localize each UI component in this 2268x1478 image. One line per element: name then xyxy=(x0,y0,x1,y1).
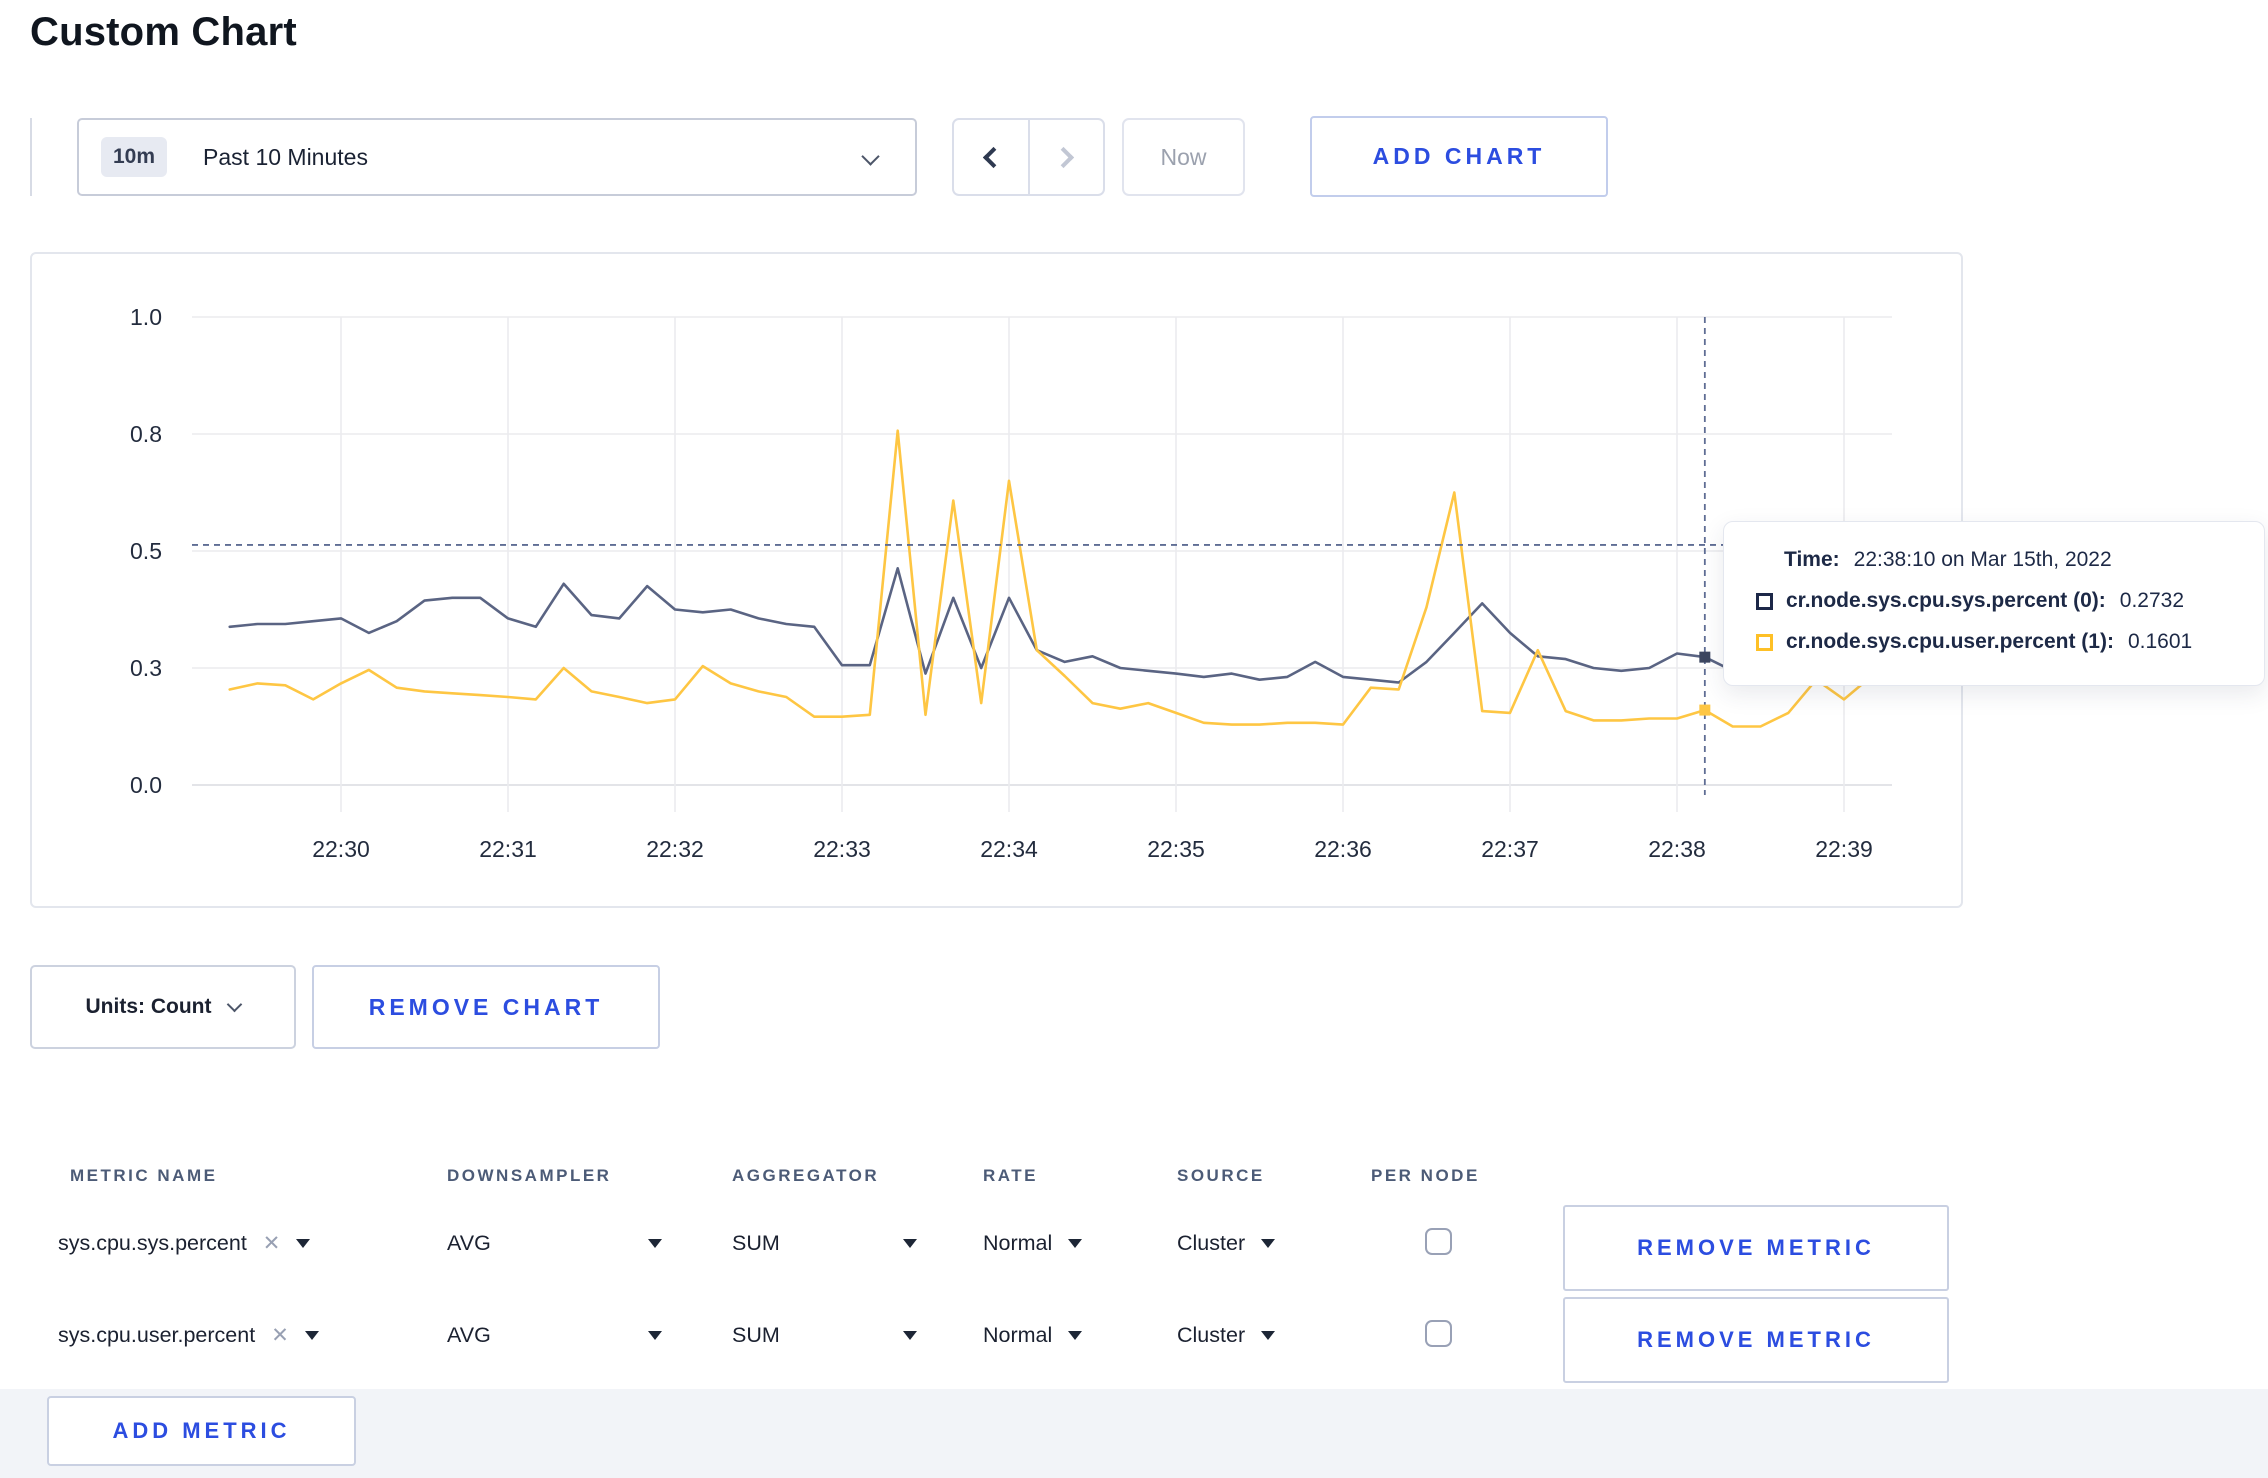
caret-down-icon xyxy=(648,1239,662,1248)
cpu-chart[interactable]: 0.0 0.3 0.5 0.8 1.0 22:30 22:31 22:32 22:33 22:34… xyxy=(32,254,1961,906)
chevron-down-icon xyxy=(227,996,243,1012)
tooltip-series-row: cr.node.sys.cpu.user.percent (1): 0.1601 xyxy=(1756,630,2234,654)
chevron-down-icon xyxy=(861,147,880,166)
svg-text:22:34: 22:34 xyxy=(980,836,1038,862)
time-forward-button[interactable] xyxy=(1027,120,1104,194)
caret-down-icon xyxy=(1261,1331,1276,1340)
col-header-aggregator: AGGREGATOR xyxy=(732,1166,880,1185)
tooltip-series-name: cr.node.sys.cpu.user.percent (1): xyxy=(1786,630,2114,653)
caret-down-icon xyxy=(1261,1239,1276,1248)
caret-down-icon xyxy=(903,1331,917,1340)
now-button[interactable]: Now xyxy=(1122,118,1245,196)
aggregator-value: SUM xyxy=(732,1323,780,1347)
svg-text:22:33: 22:33 xyxy=(813,836,871,862)
metric-name-value: sys.cpu.user.percent xyxy=(58,1323,256,1347)
downsampler-value: AVG xyxy=(447,1231,491,1255)
rate-select[interactable]: Normal xyxy=(983,1231,1083,1256)
rate-value: Normal xyxy=(983,1323,1053,1347)
time-range-label: Past 10 Minutes xyxy=(203,143,368,170)
add-chart-button[interactable]: ADD CHART xyxy=(1310,116,1608,197)
svg-text:22:30: 22:30 xyxy=(312,836,370,862)
user-series-swatch-icon xyxy=(1756,633,1773,651)
time-range-dropdown[interactable]: 10m Past 10 Minutes xyxy=(77,118,917,196)
source-select[interactable]: Cluster xyxy=(1177,1323,1276,1348)
sys-series-swatch-icon xyxy=(1756,592,1773,610)
caret-down-icon xyxy=(648,1331,662,1340)
svg-text:0.5: 0.5 xyxy=(130,538,162,564)
rate-value: Normal xyxy=(983,1231,1053,1255)
svg-text:22:37: 22:37 xyxy=(1481,836,1539,862)
tooltip-series-name: cr.node.sys.cpu.sys.percent (0): xyxy=(1786,589,2106,612)
remove-chart-button[interactable]: REMOVE CHART xyxy=(312,965,660,1049)
svg-text:0.0: 0.0 xyxy=(130,772,162,798)
tooltip-series-row: cr.node.sys.cpu.sys.percent (0): 0.2732 xyxy=(1756,589,2234,613)
metric-name-select[interactable]: sys.cpu.sys.percent ✕ xyxy=(58,1231,311,1256)
time-nav-group xyxy=(952,118,1105,196)
per-node-checkbox[interactable] xyxy=(1425,1228,1452,1255)
clear-metric-icon[interactable]: ✕ xyxy=(271,1323,289,1348)
chevron-right-icon xyxy=(1052,146,1074,168)
source-select[interactable]: Cluster xyxy=(1177,1231,1276,1256)
downsampler-select[interactable]: AVG xyxy=(447,1231,662,1256)
remove-metric-button[interactable]: REMOVE METRIC xyxy=(1563,1205,1949,1291)
caret-down-icon xyxy=(296,1239,311,1248)
chart-tooltip: Time: 22:38:10 on Mar 15th, 2022 cr.node.… xyxy=(1723,521,2265,686)
toolbar-divider xyxy=(30,118,32,196)
aggregator-select[interactable]: SUM xyxy=(732,1231,917,1256)
col-header-source: SOURCE xyxy=(1177,1166,1265,1185)
svg-text:0.3: 0.3 xyxy=(130,655,162,681)
col-header-downsampler: DOWNSAMPLER xyxy=(447,1166,612,1185)
add-metric-button[interactable]: ADD METRIC xyxy=(47,1396,356,1466)
aggregator-value: SUM xyxy=(732,1231,780,1255)
tooltip-time-row: Time: 22:38:10 on Mar 15th, 2022 xyxy=(1784,548,2234,572)
col-header-metric-name: METRIC NAME xyxy=(70,1166,218,1185)
tooltip-time-label: Time: xyxy=(1784,548,1840,571)
units-dropdown[interactable]: Units: Count xyxy=(30,965,296,1049)
metric-name-select[interactable]: sys.cpu.user.percent ✕ xyxy=(58,1323,319,1348)
source-value: Cluster xyxy=(1177,1323,1246,1347)
svg-text:22:32: 22:32 xyxy=(646,836,704,862)
time-back-button[interactable] xyxy=(954,120,1028,194)
aggregator-select[interactable]: SUM xyxy=(732,1323,917,1348)
remove-metric-button[interactable]: REMOVE METRIC xyxy=(1563,1297,1949,1383)
time-range-badge: 10m xyxy=(101,137,168,177)
chart-card: 0.0 0.3 0.5 0.8 1.0 22:30 22:31 22:32 22:33 22:34… xyxy=(30,252,1963,908)
caret-down-icon xyxy=(903,1239,917,1248)
tooltip-series-value: 0.2732 xyxy=(2119,589,2185,612)
caret-down-icon xyxy=(1068,1331,1083,1340)
chevron-left-icon xyxy=(983,146,1005,168)
svg-text:22:35: 22:35 xyxy=(1147,836,1205,862)
caret-down-icon xyxy=(1068,1239,1083,1248)
units-label: Units: Count xyxy=(85,995,212,1018)
page-title: Custom Chart xyxy=(30,10,297,54)
svg-text:22:31: 22:31 xyxy=(479,836,537,862)
downsampler-value: AVG xyxy=(447,1323,491,1347)
rate-select[interactable]: Normal xyxy=(983,1323,1083,1348)
source-value: Cluster xyxy=(1177,1231,1246,1255)
per-node-checkbox[interactable] xyxy=(1425,1320,1452,1347)
metric-name-value: sys.cpu.sys.percent xyxy=(58,1231,247,1255)
svg-text:1.0: 1.0 xyxy=(130,304,162,330)
svg-text:22:36: 22:36 xyxy=(1314,836,1372,862)
col-header-per-node: PER NODE xyxy=(1371,1166,1480,1185)
clear-metric-icon[interactable]: ✕ xyxy=(263,1231,281,1256)
tooltip-series-value: 0.1601 xyxy=(2127,630,2193,653)
tooltip-time-value: 22:38:10 on Mar 15th, 2022 xyxy=(1853,548,2112,571)
downsampler-select[interactable]: AVG xyxy=(447,1323,662,1348)
col-header-rate: RATE xyxy=(983,1166,1039,1185)
svg-text:0.8: 0.8 xyxy=(130,421,162,447)
svg-text:22:38: 22:38 xyxy=(1648,836,1706,862)
svg-text:22:39: 22:39 xyxy=(1815,836,1873,862)
caret-down-icon xyxy=(304,1331,319,1340)
